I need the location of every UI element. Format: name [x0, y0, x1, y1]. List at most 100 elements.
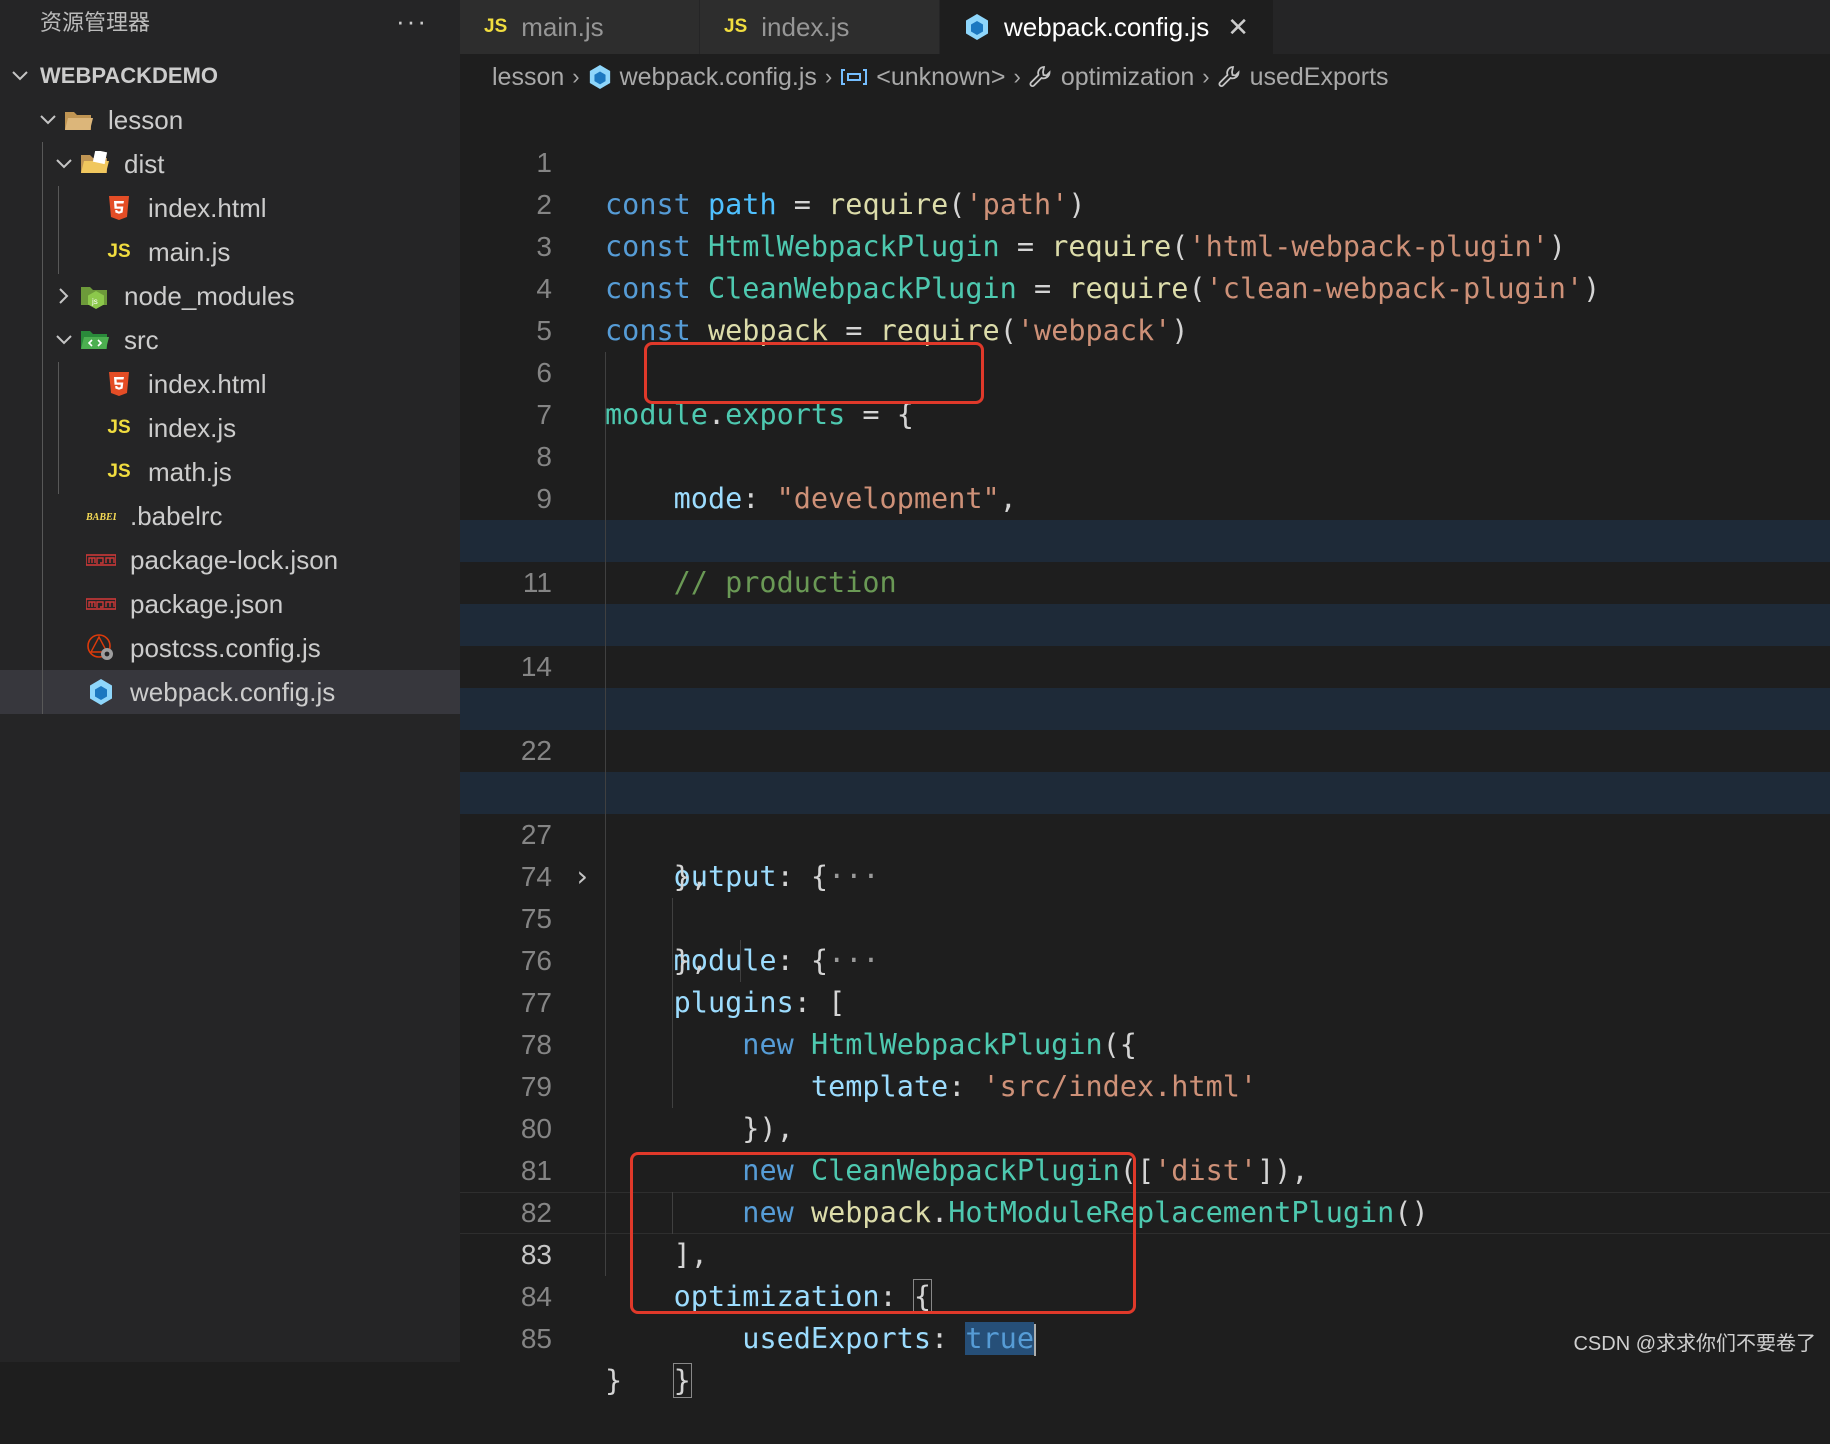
- folder-open-icon: [62, 107, 96, 133]
- npm-icon: [84, 591, 118, 617]
- tree-item-label: index.html: [148, 192, 267, 223]
- indent-guide: [42, 318, 43, 362]
- tree-item-label: .babelrc: [130, 500, 223, 531]
- code-line-folded: 27 › module: {···: [460, 772, 1830, 977]
- indent-guide: [42, 274, 43, 318]
- indent-guide: [42, 494, 43, 538]
- chevron-down-icon: [50, 334, 78, 346]
- chevron-right-icon: ›: [1202, 64, 1210, 89]
- breadcrumb-symbol-optimization[interactable]: optimization: [1029, 63, 1194, 92]
- code-line: 8 devtool: 'eval-cheap-module-source-map…: [460, 394, 1830, 557]
- tree-item-label: main.js: [148, 236, 231, 267]
- js-icon: JS: [724, 16, 748, 37]
- tree-item-babelrc[interactable]: BABEL .babelrc: [0, 494, 460, 538]
- tab-main-js[interactable]: JS main.js: [460, 0, 700, 54]
- tree-item-package-json[interactable]: package.json: [0, 582, 460, 626]
- code-line: 1 const path = require('path'): [460, 100, 1830, 221]
- indent-guide: [42, 582, 43, 626]
- breadcrumb-folder[interactable]: lesson: [492, 63, 564, 92]
- explorer-header: 资源管理器 ···: [0, 0, 460, 42]
- code-editor[interactable]: 1 const path = require('path') 2 const H…: [460, 100, 1830, 1398]
- indent-guide: [42, 538, 43, 582]
- indent-guide: [58, 230, 59, 274]
- tree-item-label: lesson: [108, 104, 184, 135]
- code-line: 80 new webpack.HotModuleReplacementPlugi…: [460, 1066, 1830, 1229]
- tree-item-main-js[interactable]: JS main.js: [0, 230, 460, 274]
- tree-item-label: index.html: [148, 368, 267, 399]
- tree-item-src-index-html[interactable]: index.html: [0, 362, 460, 406]
- breadcrumb: lesson › webpack.config.js › <unknown> ›…: [460, 54, 1830, 100]
- indent-guide: [42, 186, 43, 230]
- npm-icon: [84, 547, 118, 573]
- breadcrumb-symbol-unknown[interactable]: <unknown>: [840, 63, 1006, 92]
- chevron-right-icon: [50, 287, 78, 305]
- chevron-right-icon: ›: [1013, 64, 1021, 89]
- indent-guide: [42, 670, 43, 714]
- code-line: 2 const HtmlWebpackPlugin = require('htm…: [460, 142, 1830, 263]
- indent-guide: [42, 450, 43, 494]
- code-line: 81 ],: [460, 1108, 1830, 1271]
- editor-tabs: JS main.js JS index.js webpack.config.js…: [460, 0, 1830, 54]
- tree-item-node-modules[interactable]: js node_modules: [0, 274, 460, 318]
- code-line: 85 }: [460, 1276, 1830, 1397]
- svg-text:BABEL: BABEL: [86, 512, 116, 523]
- code-line: 82 optimization: {: [460, 1150, 1830, 1314]
- file-tree: lesson dist index.html JS main.js js nod…: [0, 98, 460, 714]
- tab-webpack-config-js[interactable]: webpack.config.js ✕: [940, 0, 1275, 54]
- breadcrumb-file[interactable]: webpack.config.js: [588, 63, 817, 92]
- indent-guide: [42, 626, 43, 670]
- tab-label: main.js: [521, 11, 604, 42]
- code-line: 13 },: [460, 562, 1830, 725]
- code-line: 7 mode: "development",: [460, 352, 1830, 515]
- close-icon[interactable]: ✕: [1227, 12, 1249, 43]
- indent-guide: [58, 186, 59, 230]
- code-line: 84 }: [460, 1234, 1830, 1398]
- babel-icon: BABEL: [84, 503, 118, 529]
- chevron-right-icon: ›: [824, 64, 833, 89]
- chevron-down-icon: [6, 70, 34, 82]
- project-root[interactable]: WEBPACKDEMO: [0, 54, 460, 98]
- code-line-folded: 11 › entry: {···: [460, 520, 1830, 725]
- code-line: 3 const CleanWebpackPlugin = require('cl…: [460, 184, 1830, 305]
- tree-item-label: math.js: [148, 456, 232, 487]
- project-name: WEBPACKDEMO: [40, 63, 219, 88]
- wrench-icon: [1029, 65, 1053, 89]
- js-file-icon: JS: [107, 461, 131, 482]
- code-line: 77 template: 'src/index.html': [460, 940, 1830, 1103]
- tree-item-math-js[interactable]: JS math.js: [0, 450, 460, 494]
- line-number: 85: [520, 1323, 552, 1354]
- code-line: 75 plugins: [: [460, 856, 1830, 1019]
- code-line: 10 // devtool: 'cheap-module-source-map'…: [460, 478, 1830, 641]
- tree-item-webpack-config[interactable]: webpack.config.js: [0, 670, 460, 714]
- tree-item-dist-index-html[interactable]: index.html: [0, 186, 460, 230]
- tree-item-dist[interactable]: dist: [0, 142, 460, 186]
- indent-guide: [42, 362, 43, 406]
- code-line-current: 83 usedExports: true: [460, 1192, 1830, 1356]
- code-line: 21 },: [460, 646, 1830, 809]
- tree-item-index-js[interactable]: JS index.js: [0, 406, 460, 450]
- js-file-icon: JS: [107, 417, 131, 438]
- tab-index-js[interactable]: JS index.js: [700, 0, 940, 54]
- explorer-title: 资源管理器: [40, 10, 151, 35]
- js-file-icon: JS: [107, 241, 131, 262]
- tree-item-src[interactable]: src: [0, 318, 460, 362]
- breadcrumb-symbol-usedexports[interactable]: usedExports: [1218, 63, 1389, 92]
- html5-icon: [102, 195, 136, 221]
- tree-item-label: package-lock.json: [130, 544, 339, 575]
- indent-guide: [42, 230, 43, 274]
- tree-item-postcss-config[interactable]: postcss.config.js: [0, 626, 460, 670]
- tree-item-label: postcss.config.js: [130, 632, 321, 663]
- svg-text:js: js: [91, 297, 98, 306]
- code-line: 26 },: [460, 730, 1830, 893]
- chevron-down-icon: [50, 158, 78, 170]
- tree-item-lesson[interactable]: lesson: [0, 98, 460, 142]
- explorer-sidebar: 资源管理器 ··· WEBPACKDEMO lesson dist index.…: [0, 0, 460, 1362]
- tree-item-label: webpack.config.js: [130, 676, 336, 707]
- tree-item-label: src: [124, 324, 159, 355]
- tree-item-package-lock-json[interactable]: package-lock.json: [0, 538, 460, 582]
- html5-icon: [102, 371, 136, 397]
- more-actions-icon[interactable]: ···: [396, 6, 428, 37]
- code-line-folded: 22 › output: {···: [460, 688, 1830, 893]
- webpack-icon: [588, 64, 612, 90]
- indent-guide: [42, 406, 43, 450]
